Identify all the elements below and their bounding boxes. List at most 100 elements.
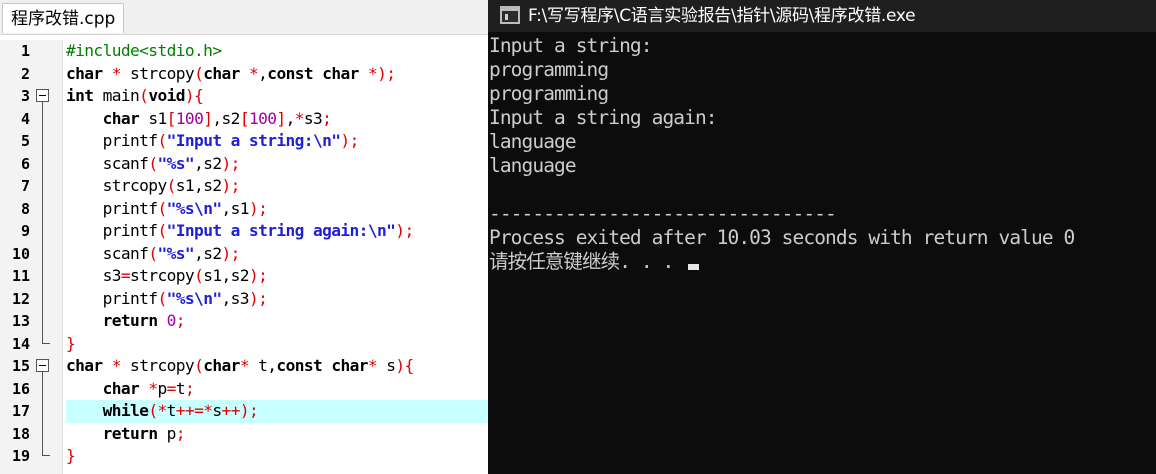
console-line: programming: [488, 82, 1156, 106]
code-line[interactable]: 19}: [0, 445, 488, 468]
code-token: return: [102, 423, 158, 443]
file-tab[interactable]: 程序改错.cpp: [2, 3, 125, 33]
code-token: ,: [258, 63, 268, 83]
fold-guide: [42, 242, 43, 265]
code-token: (: [194, 356, 204, 375]
code-line[interactable]: 10 scanf("%s",s2);: [0, 242, 488, 266]
code-line[interactable]: 11 s3=strcopy(s1,s2);: [0, 265, 488, 288]
code-line[interactable]: 13 return 0;: [0, 310, 488, 333]
console-app-icon: [500, 6, 520, 24]
code-text[interactable]: #include<stdio.h>: [66, 40, 488, 63]
code-token: const: [267, 63, 314, 83]
code-text[interactable]: return 0;: [66, 310, 488, 333]
code-text[interactable]: }: [66, 333, 488, 356]
code-editor[interactable]: 程序改错.cpp 1 #include<stdio.h> 2 char * strco…: [0, 0, 488, 474]
code-token: printf: [66, 198, 158, 218]
code-text[interactable]: while(*t++=*s++);: [66, 400, 488, 423]
fold-toggle-icon[interactable]: [36, 89, 49, 102]
code-area[interactable]: 1 #include<stdio.h> 2 char * strcopy(char *…: [0, 40, 488, 474]
code-token: char: [203, 356, 240, 375]
console-line: programming: [488, 58, 1156, 82]
code-token: (: [157, 288, 167, 308]
code-line[interactable]: 5 printf("Input a string:\n");: [0, 130, 488, 153]
code-text[interactable]: char * strcopy(char *,const char *);: [66, 63, 488, 86]
console-title-bar[interactable]: F:\写写程序\C语言实验报告\指针\源码\程序改错.exe: [488, 0, 1156, 32]
code-text[interactable]: scanf("%s",s2);: [66, 243, 488, 266]
code-token: s1,s2: [203, 266, 249, 285]
code-token: *: [248, 63, 259, 83]
fold-toggle-icon[interactable]: [36, 359, 49, 372]
code-token: *: [148, 378, 158, 398]
code-text[interactable]: char * strcopy(char* t,const char* s){: [66, 355, 488, 378]
code-text[interactable]: int main(void){: [66, 85, 488, 108]
code-token: s3: [66, 266, 122, 285]
code-text[interactable]: }: [66, 445, 488, 468]
code-line[interactable]: 2 char * strcopy(char *,const char *);: [0, 63, 488, 86]
code-line[interactable]: 15 char * strcopy(char* t,const char* s){: [0, 355, 488, 378]
code-token: strcopy: [130, 266, 195, 285]
fold-end-guide: [42, 445, 50, 456]
code-token: int: [66, 86, 94, 105]
code-token: ;: [349, 131, 360, 150]
console-line: Input a string:: [488, 34, 1156, 58]
editor-tab-bar: 程序改错.cpp: [0, 0, 488, 35]
code-line[interactable]: 4 char s1[100],s2[100],*s3;: [0, 107, 488, 131]
code-line[interactable]: 18 return p;: [0, 422, 488, 446]
code-text[interactable]: strcopy(s1,s2);: [66, 175, 488, 198]
code-token: char: [102, 108, 140, 128]
fold-guide: [42, 130, 43, 153]
code-text[interactable]: printf("Input a string again:\n");: [66, 220, 488, 243]
code-line[interactable]: 8 printf("%s\n",s1);: [0, 197, 488, 221]
code-token: char: [102, 378, 140, 398]
code-line[interactable]: 1 #include<stdio.h>: [0, 40, 488, 63]
console-line-text: language: [489, 130, 577, 153]
fold-guide: [42, 152, 43, 175]
code-line[interactable]: 6 scanf("%s",s2);: [0, 152, 488, 176]
code-line[interactable]: 14}: [0, 332, 488, 356]
code-line[interactable]: 17 while(*t++=*s++);: [0, 400, 488, 423]
code-token: ;: [184, 378, 195, 398]
line-number: 10: [11, 244, 30, 263]
code-text[interactable]: char *p=t;: [66, 378, 488, 401]
code-token: "%s": [157, 153, 195, 173]
code-token: char: [66, 63, 103, 83]
code-token: ): [248, 198, 259, 218]
code-token: ;: [404, 221, 414, 240]
code-line[interactable]: 3 int main(void){: [0, 85, 488, 108]
code-line[interactable]: 16 char *p=t;: [0, 377, 488, 401]
fold-guide: [42, 220, 43, 243]
code-token: p: [157, 378, 168, 398]
code-text[interactable]: return p;: [66, 423, 488, 446]
console-window[interactable]: F:\写写程序\C语言实验报告\指针\源码\程序改错.exe Input a s…: [488, 0, 1156, 474]
code-line[interactable]: 9 printf("Input a string again:\n");: [0, 220, 488, 243]
console-output: Input a string: programming programming Inp…: [488, 34, 1156, 274]
code-line[interactable]: 7 strcopy(s1,s2);: [0, 175, 488, 198]
code-token: ): [221, 176, 232, 195]
code-text[interactable]: char s1[100],s2[100],*s3;: [66, 108, 488, 131]
code-token: ;: [175, 311, 186, 330]
console-line-text: --------------------------------: [489, 202, 837, 225]
code-text[interactable]: printf("%s\n",s1);: [66, 198, 488, 221]
code-text[interactable]: scanf("%s",s2);: [66, 153, 488, 176]
fold-guide: [42, 310, 43, 333]
code-token: (: [139, 86, 149, 105]
fold-guide: [42, 400, 43, 423]
code-text[interactable]: printf("%s\n",s3);: [66, 288, 488, 311]
code-text[interactable]: s3=strcopy(s1,s2);: [66, 265, 488, 288]
code-line[interactable]: 12 printf("%s\n",s3);: [0, 287, 488, 311]
code-token: ): [239, 401, 250, 420]
code-token: =: [120, 266, 131, 285]
code-token: ]: [276, 108, 286, 128]
code-token: s3: [303, 108, 323, 128]
code-text[interactable]: printf("Input a string:\n");: [66, 130, 488, 153]
fold-guide: [42, 287, 43, 310]
code-token: ): [377, 63, 387, 83]
code-token: ,s2: [194, 153, 222, 173]
console-line: language: [488, 130, 1156, 154]
line-number: 14: [11, 334, 30, 353]
code-token: }: [66, 333, 76, 353]
code-token: [: [166, 108, 177, 128]
